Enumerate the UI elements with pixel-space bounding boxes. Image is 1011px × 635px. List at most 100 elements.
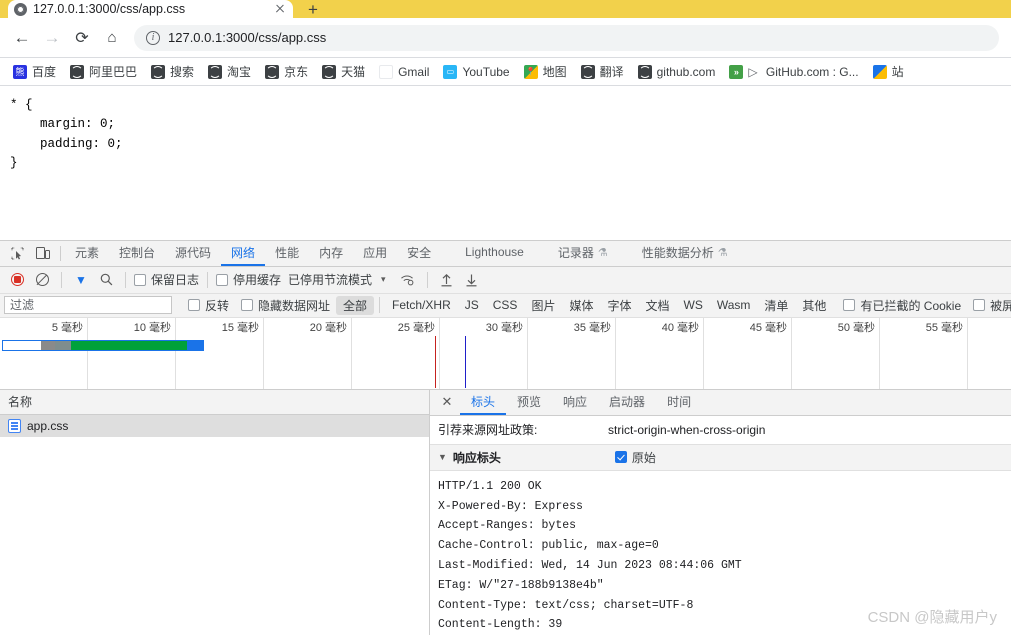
- tab-preview[interactable]: 预览: [506, 390, 552, 415]
- tab-performance[interactable]: 性能: [265, 241, 309, 266]
- css-source-text: * { margin: 0; padding: 0; }: [10, 98, 123, 171]
- tab-network[interactable]: 网络: [221, 241, 266, 266]
- bookmark-label: ▷: [748, 64, 761, 79]
- tab-timing[interactable]: 时间: [656, 390, 702, 415]
- network-conditions-icon[interactable]: [397, 270, 419, 290]
- reload-icon[interactable]: ⟳: [68, 24, 96, 52]
- bookmark-label: Gmail: [398, 64, 430, 79]
- record-button[interactable]: [6, 270, 28, 290]
- invert-checkbox[interactable]: 反转: [188, 297, 229, 314]
- bookmark-tmall[interactable]: 天猫: [315, 61, 372, 82]
- divider: [61, 271, 62, 288]
- checkbox-box: [216, 273, 229, 286]
- filter-type-fetch-xhr[interactable]: Fetch/XHR: [385, 297, 458, 313]
- filter-type-media[interactable]: 媒体: [562, 296, 600, 315]
- address-bar-url: 127.0.0.1:3000/css/app.css: [168, 30, 327, 45]
- filter-type-img[interactable]: 图片: [524, 296, 562, 315]
- tab-performance-insights[interactable]: 性能数据分析 ⚗: [632, 241, 738, 266]
- dom-content-loaded-line: [435, 335, 437, 388]
- filter-type-all[interactable]: 全部: [336, 295, 375, 315]
- bookmark-translate[interactable]: 翻译: [574, 61, 631, 82]
- youtube-icon: [443, 64, 458, 79]
- tab-sources[interactable]: 源代码: [165, 241, 221, 266]
- network-overview[interactable]: 5 毫秒 10 毫秒 15 毫秒 20 毫秒 25 毫秒 30 毫秒 35 毫秒…: [0, 317, 1011, 390]
- bookmark-search[interactable]: 搜索: [144, 61, 201, 82]
- chevron-down-icon[interactable]: ▾: [381, 274, 386, 285]
- table-row[interactable]: app.css: [0, 414, 429, 437]
- blocked-requests-checkbox[interactable]: 被屏蔽的请求: [973, 297, 1011, 314]
- import-har-icon[interactable]: [436, 270, 458, 290]
- bookmark-github-folder[interactable]: » ▷ GitHub.com : G...: [722, 63, 865, 81]
- tab-memory[interactable]: 内存: [309, 241, 353, 266]
- tab-response[interactable]: 响应: [552, 390, 598, 415]
- globe-icon: [70, 64, 85, 79]
- disable-cache-label: 停用缓存: [233, 273, 282, 288]
- tick-label: 25 毫秒: [397, 321, 435, 334]
- blocked-cookies-checkbox[interactable]: 有已拦截的 Cookie: [843, 297, 961, 314]
- preserve-log-checkbox[interactable]: 保留日志: [134, 271, 199, 288]
- hide-data-urls-checkbox[interactable]: 隐藏数据网址: [241, 297, 330, 314]
- filter-type-font[interactable]: 字体: [600, 296, 638, 315]
- tab-headers[interactable]: 标头: [460, 390, 507, 415]
- bookmark-label: 京东: [284, 65, 309, 79]
- tick-label: 10 毫秒: [133, 321, 171, 334]
- detail-tab-bar: ✕ 标头 预览 响应 启动器 时间: [430, 389, 1011, 416]
- export-har-icon[interactable]: [461, 270, 483, 290]
- overview-segment-dns: [55, 340, 71, 350]
- close-icon[interactable]: ✕: [434, 390, 460, 415]
- browser-tab-active[interactable]: 127.0.0.1:3000/css/app.css: [8, 0, 293, 18]
- tab-lighthouse[interactable]: Lighthouse: [455, 241, 534, 266]
- tab-elements[interactable]: 元素: [65, 241, 109, 266]
- device-toolbar-icon[interactable]: [30, 241, 56, 266]
- throttling-select[interactable]: 已停用节流模式: [288, 271, 372, 288]
- bookmark-label: 翻译: [599, 65, 624, 79]
- bookmark-maps[interactable]: 地图: [517, 61, 574, 82]
- response-headers-section-header[interactable]: ▼ 响应标头 原始: [430, 443, 1011, 471]
- filter-type-js[interactable]: JS: [458, 297, 486, 313]
- filter-type-wasm[interactable]: Wasm: [710, 297, 758, 313]
- tick-label: 5 毫秒: [51, 321, 83, 334]
- bookmark-gmail[interactable]: M Gmail: [372, 63, 436, 81]
- overview-segment-waiting: [187, 340, 203, 350]
- address-bar[interactable]: i 127.0.0.1:3000/css/app.css: [134, 24, 999, 51]
- filter-type-doc[interactable]: 文档: [638, 296, 676, 315]
- tab-initiator[interactable]: 启动器: [598, 390, 656, 415]
- overview-segment-queueing: [3, 340, 41, 350]
- tab-console[interactable]: 控制台: [109, 241, 165, 266]
- bookmark-jd[interactable]: 京东: [258, 61, 315, 82]
- invert-label: 反转: [205, 298, 230, 313]
- tab-security[interactable]: 安全: [397, 241, 441, 266]
- checkbox-box: [614, 451, 627, 464]
- tab-recorder[interactable]: 记录器 ⚗: [548, 241, 618, 266]
- bookmark-label: github.com: [656, 64, 716, 79]
- raw-toggle-checkbox[interactable]: 原始: [614, 449, 656, 466]
- back-icon[interactable]: ←: [8, 24, 36, 52]
- inspect-element-icon[interactable]: [4, 241, 30, 266]
- filter-type-manifest[interactable]: 清单: [757, 296, 795, 315]
- globe-icon: [151, 64, 166, 79]
- tab-application[interactable]: 应用: [353, 241, 397, 266]
- filter-type-other[interactable]: 其他: [795, 296, 833, 315]
- bookmark-youtube[interactable]: YouTube: [436, 63, 516, 81]
- filter-icon[interactable]: ▼: [70, 270, 92, 290]
- overview-segment-stalled: [41, 340, 55, 350]
- clear-button[interactable]: [31, 270, 53, 290]
- close-icon[interactable]: [273, 2, 287, 16]
- bookmark-taobao[interactable]: 淘宝: [201, 61, 258, 82]
- home-icon[interactable]: ⌂: [98, 24, 126, 52]
- filter-type-ws[interactable]: WS: [677, 297, 710, 313]
- info-circle-icon[interactable]: i: [146, 30, 160, 45]
- bookmark-baidu[interactable]: 熊百度: [6, 61, 63, 82]
- filter-input[interactable]: 过滤: [4, 296, 172, 315]
- bookmark-github[interactable]: github.com: [631, 63, 723, 81]
- new-tab-button[interactable]: +: [300, 0, 326, 19]
- bookmark-site[interactable]: 站: [866, 61, 911, 82]
- globe-icon: [208, 64, 223, 79]
- forward-icon[interactable]: →: [38, 24, 66, 52]
- bookmark-alibaba[interactable]: 阿里巴巴: [63, 61, 144, 82]
- disable-cache-checkbox[interactable]: 停用缓存: [216, 271, 281, 288]
- globe-icon: [265, 64, 280, 79]
- filter-type-css[interactable]: CSS: [486, 297, 525, 313]
- search-icon[interactable]: [95, 270, 117, 290]
- bookmark-label: 阿里巴巴: [89, 65, 138, 79]
